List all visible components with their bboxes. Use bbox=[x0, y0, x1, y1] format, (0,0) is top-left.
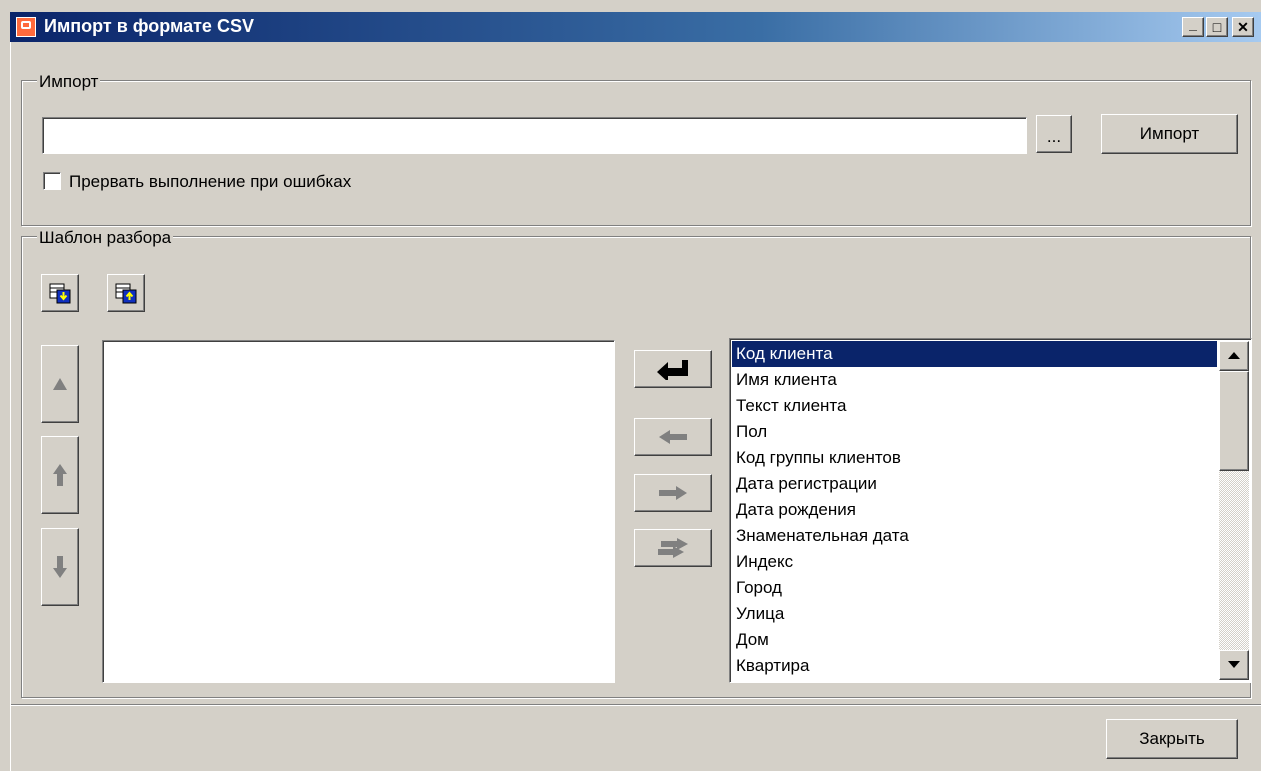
available-fields-scrollbar[interactable] bbox=[1219, 341, 1249, 680]
move-right-button[interactable] bbox=[634, 474, 712, 512]
close-icon: ✕ bbox=[1237, 19, 1249, 35]
list-item[interactable]: Код клиента bbox=[732, 341, 1217, 367]
selected-fields-list[interactable] bbox=[102, 340, 615, 683]
window-titlebar[interactable]: Импорт в формате CSV _ □ ✕ bbox=[10, 12, 1261, 42]
abort-on-errors-label: Прервать выполнение при ошибках bbox=[69, 172, 352, 191]
browse-button[interactable]: ... bbox=[1036, 115, 1072, 153]
import-group-label: Импорт bbox=[37, 72, 101, 92]
window-body: Импорт ... Импорт Прервать выполнение пр… bbox=[10, 42, 1261, 771]
load-template-button[interactable] bbox=[41, 274, 79, 312]
scroll-down-icon bbox=[1228, 661, 1240, 668]
list-item[interactable]: Дом bbox=[732, 627, 1217, 653]
abort-on-errors-checkbox[interactable] bbox=[43, 172, 61, 190]
enter-arrow-icon bbox=[657, 360, 688, 380]
maximize-icon: □ bbox=[1212, 19, 1222, 35]
template-group-label: Шаблон разбора bbox=[37, 228, 174, 248]
close-button[interactable]: Закрыть bbox=[1106, 719, 1238, 759]
list-item[interactable]: Дата регистрации bbox=[732, 471, 1217, 497]
load-template-icon bbox=[49, 283, 71, 304]
move-up-button[interactable] bbox=[41, 345, 79, 423]
minimize-button[interactable]: _ bbox=[1182, 17, 1204, 37]
double-arrow-right-icon bbox=[658, 538, 688, 558]
arrow-left-icon bbox=[659, 430, 687, 444]
list-item[interactable]: Квартира bbox=[732, 653, 1217, 679]
arrow-right-icon bbox=[659, 486, 687, 500]
list-item[interactable]: Индекс bbox=[732, 549, 1217, 575]
list-item[interactable]: Код группы клиентов bbox=[732, 445, 1217, 471]
browse-label: ... bbox=[1046, 127, 1062, 146]
move-all-right-button[interactable] bbox=[634, 529, 712, 567]
list-item[interactable]: Имя клиента bbox=[732, 367, 1217, 393]
add-field-button[interactable] bbox=[634, 350, 712, 388]
scroll-up-button[interactable] bbox=[1219, 341, 1249, 371]
scroll-down-button[interactable] bbox=[1219, 650, 1249, 680]
close-window-button[interactable]: ✕ bbox=[1232, 17, 1254, 37]
scroll-up-icon bbox=[1228, 352, 1240, 359]
maximize-button[interactable]: □ bbox=[1206, 17, 1228, 37]
file-path-input[interactable] bbox=[42, 117, 1027, 154]
list-item[interactable]: Пол bbox=[732, 419, 1217, 445]
save-template-button[interactable] bbox=[107, 274, 145, 312]
remove-field-button[interactable] bbox=[634, 418, 712, 456]
available-fields-items: Код клиента Имя клиента Текст клиента Пол Ко… bbox=[732, 341, 1217, 679]
triangle-up-icon bbox=[53, 378, 67, 390]
move-down-button[interactable] bbox=[41, 528, 79, 606]
close-button-label: Закрыть bbox=[1139, 729, 1205, 748]
scroll-thumb[interactable] bbox=[1219, 371, 1249, 471]
list-item[interactable]: Текст клиента bbox=[732, 393, 1217, 419]
arrow-up-icon bbox=[53, 464, 67, 486]
window-title: Импорт в формате CSV bbox=[44, 16, 254, 36]
save-template-icon bbox=[115, 283, 137, 304]
list-item[interactable]: Город bbox=[732, 575, 1217, 601]
list-item[interactable]: Знаменательная дата bbox=[732, 523, 1217, 549]
minimize-icon: _ bbox=[1189, 16, 1197, 32]
list-item[interactable]: Дата рождения bbox=[732, 497, 1217, 523]
arrow-down-icon bbox=[53, 556, 67, 578]
list-item[interactable]: Улица bbox=[732, 601, 1217, 627]
app-icon bbox=[16, 17, 36, 37]
import-button-label: Импорт bbox=[1139, 124, 1200, 143]
available-fields-list[interactable]: Код клиента Имя клиента Текст клиента Пол Ко… bbox=[729, 338, 1252, 683]
import-button[interactable]: Импорт bbox=[1101, 114, 1238, 154]
move-to-top-button[interactable] bbox=[41, 436, 79, 514]
footer-divider bbox=[11, 704, 1261, 706]
